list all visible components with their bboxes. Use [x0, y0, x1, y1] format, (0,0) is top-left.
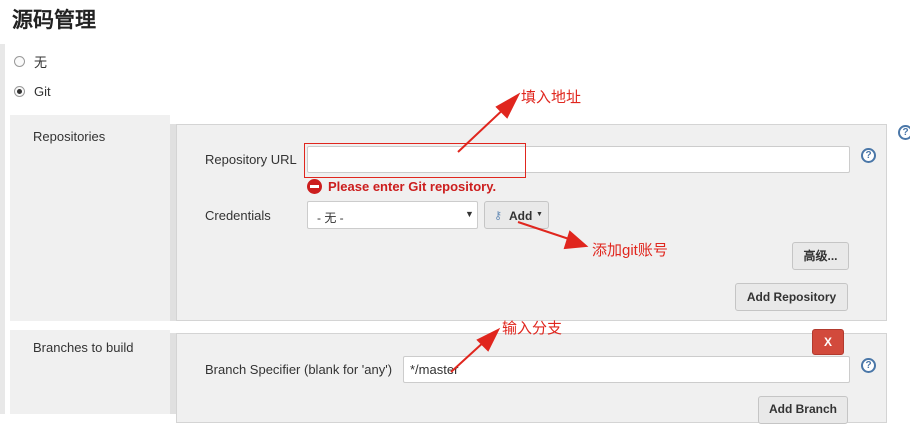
arrow-to-branch-head — [476, 327, 501, 352]
arrow-to-credentials-line — [517, 221, 573, 241]
arrow-to-credentials-head — [563, 230, 589, 250]
annotation-fill-address: 填入地址 — [521, 89, 582, 106]
arrow-to-url-head — [495, 92, 521, 119]
annotation-arrows — [450, 92, 589, 373]
annotation-enter-branch: 输入分支 — [502, 320, 563, 337]
annotation-add-git-account: 添加git账号 — [592, 242, 668, 259]
arrow-to-branch-line — [450, 339, 487, 373]
